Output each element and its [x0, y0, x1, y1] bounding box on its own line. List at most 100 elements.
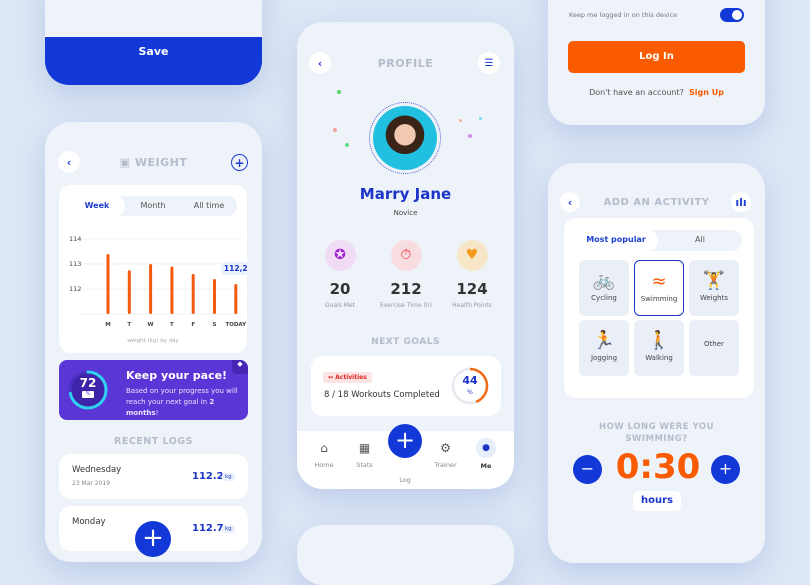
keep-logged-toggle[interactable] [720, 8, 744, 22]
y-tick-label: 113 [69, 260, 81, 268]
activity-tile-swimming[interactable]: ≈ Swimming [634, 260, 684, 316]
confetti-dot [333, 128, 337, 132]
tab-period[interactable]: Week [69, 196, 125, 216]
save-label: Save [138, 45, 169, 58]
goal-card[interactable]: ↔ Activities 8 / 18 Workouts Completed 4… [311, 356, 501, 416]
activity-label: Cycling [591, 294, 617, 302]
period-tabs: Week Month All time [69, 196, 237, 216]
log-day: Monday [72, 517, 106, 527]
log-fab[interactable]: + [135, 521, 171, 557]
weight-chart: 114 113 112 M T W T F S TODAY 112,2 weight (kg) by … [69, 235, 247, 344]
confetti-dot [468, 134, 472, 138]
bar-s [213, 279, 216, 314]
duration-unit: hours [633, 491, 681, 511]
tab-period[interactable]: Month [125, 196, 181, 216]
tab-activity-filter[interactable]: Most popular [574, 230, 658, 251]
stat-item: ✪ 20 Goals Met [307, 240, 373, 309]
stat-value: 20 [329, 280, 351, 298]
log-fab[interactable]: + [388, 424, 422, 458]
bar-today [234, 284, 238, 314]
user-icon: ● [476, 438, 496, 458]
goal-text: 8 / 18 Workouts Completed [324, 390, 440, 400]
add-activity-screen: ‹ ADD AN ACTIVITY ılı Most popular All 🚲 … [548, 163, 765, 563]
goal-percent-unit: % [467, 389, 473, 396]
none-icon [689, 330, 739, 340]
activity-tabs: Most popular All [574, 230, 742, 251]
activity-card: Most popular All 🚲 Cycling ≈ Swimming 🏋 W… [564, 218, 754, 398]
profile-name: Marry Jane [359, 185, 452, 203]
bar-m [106, 254, 110, 314]
home-icon: ⌂ [320, 441, 328, 455]
activity-tile-jogging[interactable]: 🏃 Jogging [579, 320, 629, 376]
weight-title: ▣ WEIGHT [119, 156, 188, 169]
nav-trainer[interactable]: ⚙ Trainer [428, 441, 464, 469]
nav-label: Log [399, 476, 411, 484]
award-icon: ✪ [324, 240, 356, 271]
log-day: Wednesday [72, 465, 122, 475]
pace-title: Keep your pace! [126, 369, 228, 382]
stopwatch-icon: ⏱ [390, 240, 422, 271]
bar-t [127, 270, 131, 314]
tab-period[interactable]: All time [181, 196, 237, 216]
nav-stats[interactable]: ▦ Stats [347, 441, 383, 469]
signup-link[interactable]: Sign Up [689, 88, 724, 97]
x-tick-label: W [148, 322, 154, 328]
jogging-icon: 🏃 [592, 330, 616, 351]
confetti-dot [479, 117, 482, 120]
confetti-dot [337, 90, 341, 94]
avatar [369, 102, 441, 174]
activity-tile-other[interactable]: Other [689, 320, 739, 376]
activity-label: Other [704, 340, 724, 348]
x-tick-label: TODAY [225, 322, 247, 328]
log-value: 112.2 [192, 471, 224, 482]
activity-label: Swimming [640, 295, 678, 303]
tab-activity-filter[interactable]: All [658, 230, 742, 251]
bar-f [191, 274, 195, 314]
log-unit: kg [222, 473, 235, 481]
nav-label: Me [480, 462, 492, 470]
log-item[interactable]: Wednesday 23 Mar 2019 112.2 kg [59, 454, 248, 499]
add-weight-button[interactable]: + [231, 154, 248, 171]
confetti-dot [345, 143, 349, 147]
save-button[interactable]: Save [45, 37, 262, 85]
stats-button[interactable]: ılı [731, 192, 751, 212]
nav-label: Trainer [434, 461, 457, 469]
duration-value: 0:30 [615, 447, 701, 487]
stat-item: ⏱ 212 Exercise Time (h) [373, 240, 439, 309]
x-tick-label: F [191, 322, 195, 328]
stat-label: Goals Met [325, 302, 355, 309]
activity-label: Weights [699, 294, 729, 302]
nav-me[interactable]: ● Me [468, 438, 504, 470]
activity-tile-weights[interactable]: 🏋 Weights [689, 260, 739, 316]
login-button[interactable]: Log In [568, 41, 745, 73]
next-goals-title: NEXT GOALS [371, 337, 440, 347]
goal-tag: ↔ Activities [323, 372, 372, 383]
goal-percent: 44 [462, 374, 478, 387]
x-tick-label: T [170, 322, 174, 328]
heart-plus-icon: ♥ [456, 240, 488, 271]
nav-home[interactable]: ⌂ Home [306, 441, 342, 469]
keep-logged-label: Keep me logged in on this device [569, 11, 678, 19]
nav-label: Home [314, 461, 334, 469]
settings-sliders-button[interactable]: ☰ [478, 52, 500, 74]
callout-value: 112,2 [224, 264, 247, 273]
x-tick-label: T [127, 322, 131, 328]
activity-label: Jogging [590, 354, 618, 362]
pace-card: 72 % Keep your pace! Based on your progr… [59, 360, 248, 420]
stat-label: Health Points [452, 302, 492, 309]
pace-percent: 72 [79, 376, 97, 390]
weight-chart-card: Week Month All time 114 113 112 M T W T F S TODAY 11… [59, 185, 247, 353]
activity-tile-cycling[interactable]: 🚲 Cycling [579, 260, 629, 316]
profile-level: Novice [393, 209, 418, 217]
walking-icon: 🚶 [647, 330, 671, 351]
activity-tile-walking[interactable]: 🚶 Walking [634, 320, 684, 376]
signup-prompt: Don't have an account? Sign Up [589, 88, 724, 97]
increase-button[interactable]: + [711, 455, 740, 484]
cycling-icon: 🚲 [592, 270, 616, 291]
bar-w [149, 264, 153, 314]
swimming-icon: ≈ [651, 271, 667, 292]
decrease-button[interactable]: − [573, 455, 602, 484]
scale-icon: ▣ [119, 156, 135, 169]
login-screen: Keep me logged in on this device Log In … [548, 0, 765, 125]
stats-icon: ▦ [358, 441, 371, 455]
